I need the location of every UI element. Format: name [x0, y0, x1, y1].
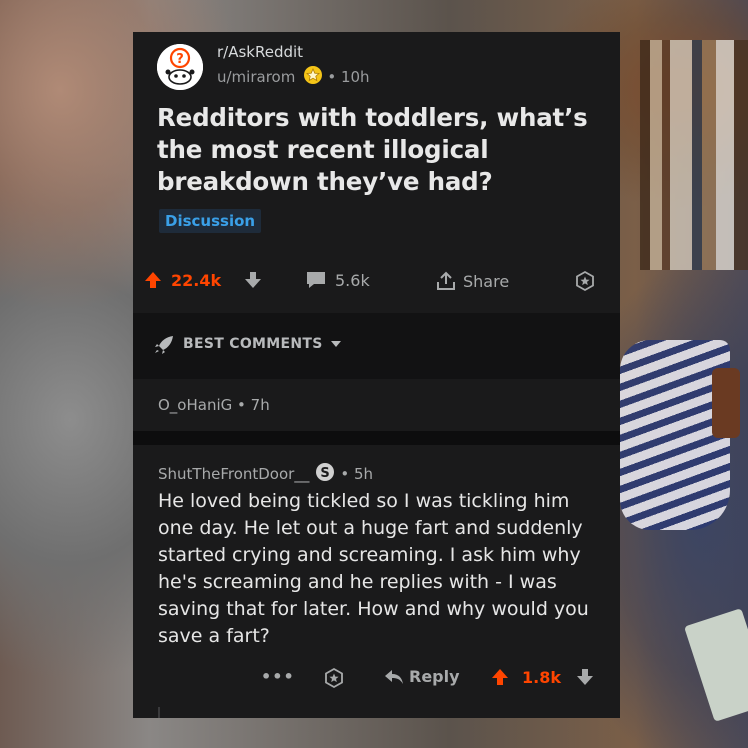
post-flair[interactable]: Discussion [159, 209, 262, 233]
subreddit-name[interactable]: r/AskReddit [217, 43, 303, 61]
comment-separator [133, 431, 620, 445]
chevron-down-icon [330, 341, 341, 347]
comment-sort-dropdown[interactable]: BEST COMMENTS [153, 334, 343, 354]
save-star-icon [325, 667, 343, 689]
comment-collapsed[interactable]: O_oHaniG • 7h [133, 379, 620, 431]
reply-icon [385, 669, 403, 684]
post-action-bar: 22.4k 5.6k Share [133, 270, 620, 296]
comment-vote-count: 1.8k [522, 667, 561, 687]
post-header: ? r/AskReddit u/mirarom • 10h Redditors … [133, 32, 620, 342]
comment-reply-button[interactable]: Reply [383, 667, 460, 686]
post-vote-count: 22.4k [171, 270, 222, 290]
reply-label: Reply [409, 667, 460, 686]
comment-meta: ShutTheFrontDoor__ S • 5h [158, 462, 373, 486]
comment-author[interactable]: O_oHaniG [158, 396, 232, 414]
post-save-button[interactable] [574, 270, 596, 292]
post-author[interactable]: u/mirarom [217, 68, 295, 86]
upvote-icon [145, 272, 161, 288]
background-watch [712, 368, 740, 438]
comment-time: 7h [250, 396, 270, 414]
meta-dot: • [237, 396, 251, 414]
post-share-button[interactable]: Share [435, 270, 509, 292]
post-comments-button[interactable]: 5.6k [305, 270, 370, 290]
rocket-icon [155, 336, 173, 354]
svg-text:?: ? [176, 52, 184, 67]
downvote-icon [245, 272, 261, 288]
comment-action-bar: ••• Reply 1.8k [133, 667, 620, 691]
comment-meta: O_oHaniG • 7h [158, 396, 270, 414]
more-icon[interactable]: ••• [261, 667, 295, 686]
post-upvote-button[interactable]: 22.4k [143, 270, 221, 290]
reddit-post-card: ? r/AskReddit u/mirarom • 10h Redditors … [133, 32, 620, 718]
award-icon [303, 65, 323, 89]
reddit-snoo-icon: ? [157, 44, 203, 90]
post-title[interactable]: Redditors with toddlers, what’s the most… [157, 102, 607, 198]
post-comment-count: 5.6k [335, 270, 370, 290]
post-meta: u/mirarom • 10h [217, 65, 370, 89]
svg-text:S: S [321, 466, 330, 481]
sort-label: BEST COMMENTS [183, 336, 323, 352]
post-downvote-button[interactable] [243, 270, 263, 290]
comment: ShutTheFrontDoor__ S • 5h He loved being… [133, 445, 620, 718]
downvote-icon [577, 669, 593, 685]
comment-downvote-button[interactable] [575, 667, 595, 687]
comment-time: 5h [353, 465, 374, 483]
comment-icon [307, 272, 325, 288]
share-icon [437, 271, 455, 290]
mod-badge-icon: S [315, 462, 335, 486]
comment-save-button[interactable] [323, 667, 345, 689]
post-time: 10h [340, 68, 370, 86]
subreddit-avatar[interactable]: ? [157, 44, 203, 90]
meta-dot: • [340, 465, 354, 483]
comment-upvote-button[interactable]: 1.8k [490, 667, 561, 687]
upvote-icon [492, 669, 508, 685]
save-star-icon [576, 270, 594, 292]
comment-author[interactable]: ShutTheFrontDoor__ [158, 465, 309, 483]
comment-body: He loved being tickled so I was tickling… [158, 490, 589, 647]
background-bookshelf [640, 40, 748, 270]
share-label: Share [463, 271, 510, 291]
meta-dot: • [327, 68, 341, 86]
thread-line [158, 707, 160, 718]
